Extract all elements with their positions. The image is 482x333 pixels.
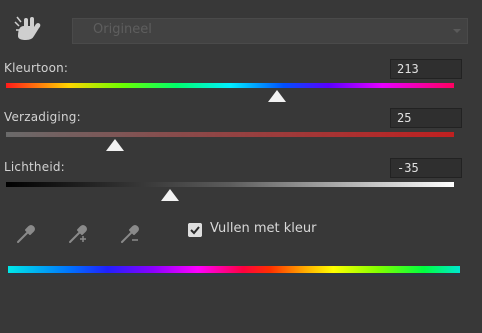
saturation-value-input[interactable]: 25 (390, 108, 462, 128)
hue-value-input[interactable]: 213 (390, 59, 462, 79)
chevron-down-icon (453, 29, 461, 33)
hue-label: Kleurtoon: (4, 61, 69, 75)
lightness-slider-track[interactable] (6, 182, 454, 187)
subtract-from-sample-eyedropper-icon[interactable] (118, 222, 142, 246)
add-to-sample-eyedropper-icon[interactable] (66, 222, 90, 246)
colorize-label: Vullen met kleur (210, 221, 317, 236)
hue-slider-thumb[interactable] (268, 90, 287, 102)
saturation-slider-thumb[interactable] (105, 139, 124, 151)
hue-saturation-panel: Origineel Kleurtoon: 213 Verzadiging: 25… (0, 0, 482, 333)
saturation-label: Verzadiging: (4, 110, 81, 124)
saturation-slider-track[interactable] (6, 132, 454, 137)
preset-dropdown[interactable]: Origineel (72, 18, 468, 44)
eyedropper-icon[interactable] (14, 222, 38, 246)
color-spectrum-bar (8, 266, 460, 273)
targeted-adjustment-hand-icon[interactable] (12, 14, 46, 44)
adjusted-spectrum-bar (8, 274, 460, 276)
preset-label: Origineel (93, 22, 152, 37)
lightness-slider-thumb[interactable] (160, 189, 179, 201)
lightness-value-input[interactable]: -35 (390, 158, 462, 178)
hue-slider-track[interactable] (6, 83, 454, 88)
colorize-checkbox[interactable] (188, 223, 202, 237)
lightness-label: Lichtheid: (4, 160, 65, 174)
